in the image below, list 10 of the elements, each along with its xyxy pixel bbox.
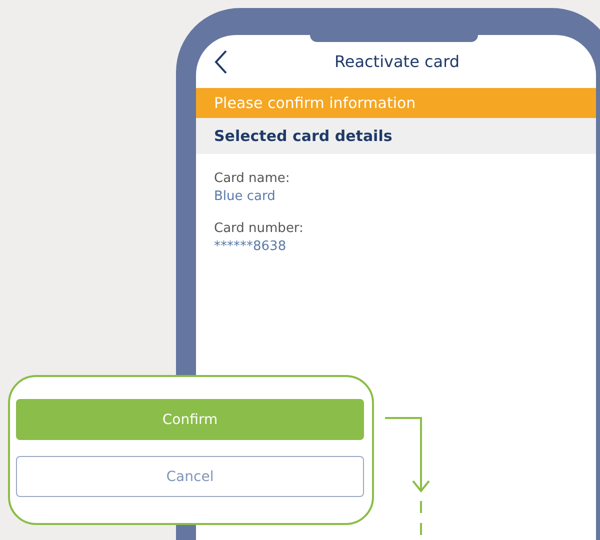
- field-label: Card name:: [214, 170, 291, 188]
- back-icon[interactable]: [214, 50, 228, 74]
- field-value: Blue card: [214, 188, 276, 206]
- info-banner: Please confirm information: [196, 88, 596, 118]
- confirm-button[interactable]: Confirm: [16, 399, 364, 440]
- screen-title: Reactivate card: [333, 52, 461, 71]
- cancel-button[interactable]: Cancel: [16, 456, 364, 497]
- section-heading: Selected card details: [196, 118, 596, 154]
- field-value: ******8638: [214, 238, 288, 256]
- field-label: Card number:: [214, 220, 304, 238]
